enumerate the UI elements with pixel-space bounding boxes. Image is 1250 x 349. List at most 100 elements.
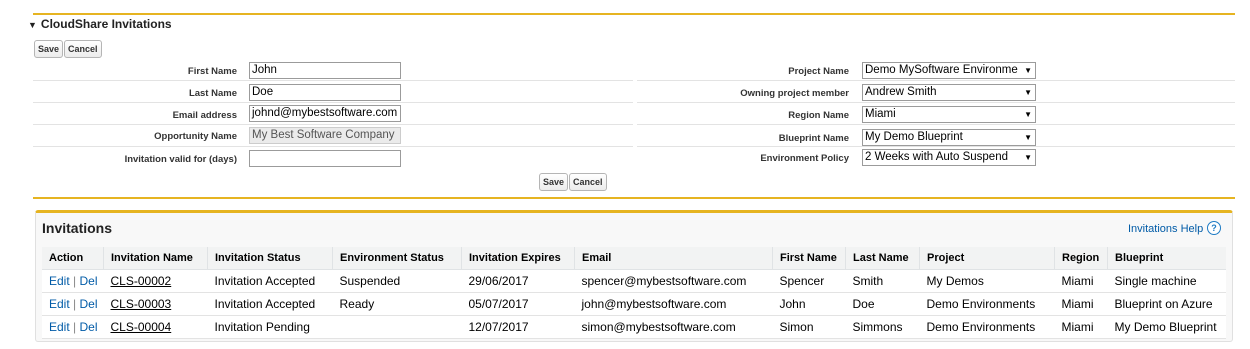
environment-status-cell: Ready xyxy=(332,292,462,316)
region-cell: Miami xyxy=(1054,292,1108,316)
invitation-name-cell: CLS-00004 xyxy=(103,315,208,339)
last-name-cell: Doe xyxy=(845,292,920,316)
cancel-button-top[interactable]: Cancel xyxy=(64,40,102,58)
region-name-select[interactable]: Miami ▼ xyxy=(862,106,1036,123)
separator: | xyxy=(73,320,77,334)
owning-project-member-select[interactable]: Andrew Smith ▼ xyxy=(862,84,1036,101)
environment-policy-select[interactable]: 2 Weeks with Auto Suspend ▼ xyxy=(862,149,1036,166)
section-title: CloudShare Invitations xyxy=(40,17,172,31)
form-row-divider xyxy=(33,124,633,125)
invitation-name-link[interactable]: CLS-00004 xyxy=(111,320,172,334)
column-header-first-name[interactable]: First Name xyxy=(772,247,846,270)
column-header-email[interactable]: Email xyxy=(574,247,773,270)
email-cell: spencer@mybestsoftware.com xyxy=(574,269,773,293)
first-name-cell: Simon xyxy=(772,315,846,339)
delete-link[interactable]: Del xyxy=(80,320,98,334)
first-name-label: First Name xyxy=(187,66,237,77)
separator: | xyxy=(73,297,77,311)
column-header-environment-status[interactable]: Environment Status xyxy=(332,247,462,270)
owning-project-member-value: Andrew Smith xyxy=(865,86,937,98)
question-icon[interactable]: ? xyxy=(1207,221,1221,235)
chevron-down-icon: ▼ xyxy=(1024,88,1032,97)
invitation-name-cell: CLS-00002 xyxy=(103,269,208,293)
email-cell: john@mybestsoftware.com xyxy=(574,292,773,316)
project-name-value: Demo MySoftware Environme xyxy=(865,64,1018,76)
form-row-divider xyxy=(637,124,1235,125)
form-row-divider xyxy=(33,80,633,81)
invitation-name-link[interactable]: CLS-00002 xyxy=(111,274,172,288)
chevron-down-icon: ▼ xyxy=(1024,153,1032,162)
action-cell: Edit | Del xyxy=(42,292,104,316)
cancel-button-bottom[interactable]: Cancel xyxy=(569,173,607,191)
first-name-cell: John xyxy=(772,292,846,316)
invitation-status-cell: Invitation Accepted xyxy=(207,292,333,316)
section-top-divider xyxy=(33,13,1235,15)
blueprint-cell: Blueprint on Azure xyxy=(1107,292,1226,316)
delete-link[interactable]: Del xyxy=(80,274,98,288)
delete-link[interactable]: Del xyxy=(80,297,98,311)
section-bottom-divider xyxy=(33,197,1235,199)
region-cell: Miami xyxy=(1054,269,1108,293)
table-row: Edit | Del CLS-00004 Invitation Pending … xyxy=(42,315,1226,339)
environment-policy-label: Environment Policy xyxy=(760,153,849,164)
blueprint-name-value: My Demo Blueprint xyxy=(865,131,963,143)
column-header-region[interactable]: Region xyxy=(1054,247,1108,270)
column-header-project[interactable]: Project xyxy=(919,247,1055,270)
invitations-help-link[interactable]: Invitations Help xyxy=(1128,223,1203,235)
chevron-down-icon: ▼ xyxy=(1024,110,1032,119)
form-row-divider xyxy=(33,102,633,103)
invitation-status-cell: Invitation Pending xyxy=(207,315,333,339)
invitation-expires-cell: 05/07/2017 xyxy=(461,292,575,316)
blueprint-name-select[interactable]: My Demo Blueprint ▼ xyxy=(862,129,1036,146)
table-header-row: Action Invitation Name Invitation Status… xyxy=(42,247,1226,270)
save-button-bottom[interactable]: Save xyxy=(539,173,569,191)
table-row: Edit | Del CLS-00003 Invitation Accepted… xyxy=(42,292,1226,316)
first-name-field[interactable]: John xyxy=(249,62,401,79)
invitations-title: Invitations xyxy=(42,220,113,236)
triangle-down-icon[interactable]: ▼ xyxy=(28,20,37,30)
column-header-invitation-status[interactable]: Invitation Status xyxy=(207,247,333,270)
email-field[interactable]: johnd@mybestsoftware.com xyxy=(249,105,401,122)
column-header-invitation-expires[interactable]: Invitation Expires xyxy=(461,247,575,270)
action-cell: Edit | Del xyxy=(42,315,104,339)
region-cell: Miami xyxy=(1054,315,1108,339)
form-row-divider xyxy=(33,146,633,147)
invitation-valid-days-label: Invitation valid for (days) xyxy=(124,154,237,165)
chevron-down-icon: ▼ xyxy=(1024,133,1032,142)
column-header-blueprint[interactable]: Blueprint xyxy=(1107,247,1226,270)
column-header-last-name[interactable]: Last Name xyxy=(845,247,920,270)
form-row-divider xyxy=(637,102,1235,103)
invitation-status-cell: Invitation Accepted xyxy=(207,269,333,293)
chevron-down-icon: ▼ xyxy=(1024,66,1032,75)
first-name-cell: Spencer xyxy=(772,269,846,293)
column-header-action: Action xyxy=(42,247,104,270)
save-button-top[interactable]: Save xyxy=(34,40,64,58)
project-cell: Demo Environments xyxy=(919,315,1055,339)
section-header[interactable]: ▼ CloudShare Invitations xyxy=(28,17,172,31)
last-name-cell: Simmons xyxy=(845,315,920,339)
project-name-label: Project Name xyxy=(788,66,849,77)
environment-policy-value: 2 Weeks with Auto Suspend xyxy=(865,151,1008,163)
environment-status-cell xyxy=(332,315,462,339)
column-header-invitation-name[interactable]: Invitation Name xyxy=(103,247,208,270)
separator: | xyxy=(73,274,77,288)
blueprint-name-label: Blueprint Name xyxy=(778,133,849,144)
email-cell: simon@mybestsoftware.com xyxy=(574,315,773,339)
invitations-table: Action Invitation Name Invitation Status… xyxy=(42,247,1226,339)
invitation-name-link[interactable]: CLS-00003 xyxy=(111,297,172,311)
last-name-cell: Smith xyxy=(845,269,920,293)
environment-status-cell: Suspended xyxy=(332,269,462,293)
email-label: Email address xyxy=(172,110,237,121)
project-name-select[interactable]: Demo MySoftware Environme ▼ xyxy=(862,62,1036,79)
edit-link[interactable]: Edit xyxy=(49,320,70,334)
form-row-divider xyxy=(637,80,1235,81)
edit-link[interactable]: Edit xyxy=(49,274,70,288)
invitation-expires-cell: 29/06/2017 xyxy=(461,269,575,293)
project-cell: My Demos xyxy=(919,269,1055,293)
invitation-valid-days-field[interactable] xyxy=(249,150,401,167)
invitation-name-cell: CLS-00003 xyxy=(103,292,208,316)
last-name-field[interactable]: Doe xyxy=(249,84,401,101)
region-name-label: Region Name xyxy=(788,110,849,121)
blueprint-cell: Single machine xyxy=(1107,269,1226,293)
edit-link[interactable]: Edit xyxy=(49,297,70,311)
